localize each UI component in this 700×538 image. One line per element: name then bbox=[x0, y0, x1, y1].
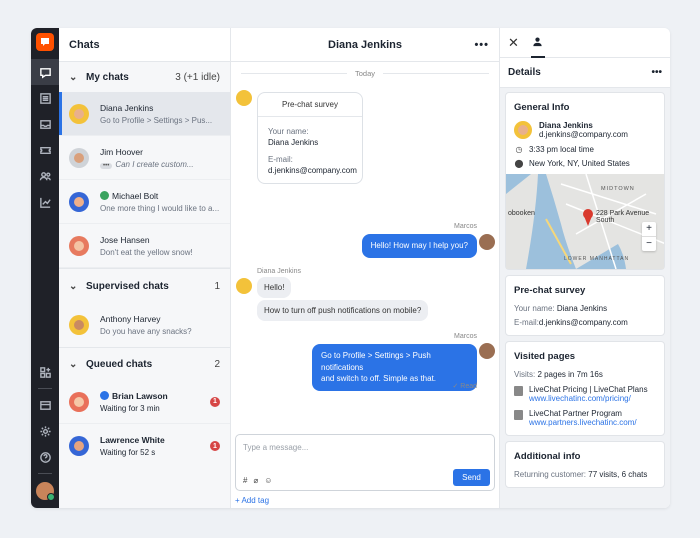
location-pin-icon: ⬤ bbox=[514, 159, 524, 168]
avatar bbox=[69, 436, 89, 456]
chevron-down-icon: ⌄ bbox=[69, 358, 78, 370]
additional-info-card: Additional info Returning customer: 77 v… bbox=[505, 441, 665, 488]
customers-nav-icon[interactable] bbox=[31, 163, 59, 189]
chat-list-panel: Chats ⌄ My chats 3 (+1 idle) Diana Jenki… bbox=[59, 28, 231, 508]
message-input[interactable]: Type a message... bbox=[243, 443, 308, 452]
nav-rail bbox=[31, 28, 59, 508]
prechat-survey-details-card: Pre-chat survey Your name: Diana Jenkins… bbox=[505, 275, 665, 336]
details-scroll: General Info Diana Jenkins d.jenkins@com… bbox=[500, 88, 670, 508]
customer-tab-icon[interactable] bbox=[530, 28, 545, 58]
general-info-card: General Info Diana Jenkins d.jenkins@com… bbox=[505, 92, 665, 270]
supervised-chats-group-header[interactable]: ⌄ Supervised chats 1 bbox=[59, 269, 230, 303]
billing-nav-icon[interactable] bbox=[31, 392, 59, 418]
more-options-button[interactable]: ••• bbox=[651, 67, 662, 78]
message-bubble-customer: How to turn off push notifications on mo… bbox=[257, 300, 429, 321]
document-icon bbox=[514, 410, 523, 420]
messenger-icon bbox=[100, 391, 109, 400]
close-icon[interactable]: ✕ bbox=[508, 35, 519, 51]
location-map[interactable]: 228 Park Avenue South obooken MIDTOWN LO… bbox=[506, 174, 664, 269]
details-panel: ✕ Details ••• General Info Diana Jenkins… bbox=[500, 28, 670, 508]
visited-page-item: LiveChat Pricing | LiveChat Plans www.li… bbox=[514, 385, 656, 403]
more-options-button[interactable]: ••• bbox=[474, 39, 489, 51]
message-bubble-agent: Hello! How may I help you? bbox=[361, 234, 477, 258]
visited-page-item: LiveChat Partner Program www.partners.li… bbox=[514, 409, 656, 427]
chat-item-lawrence-white[interactable]: Lawrence White Waiting for 52 s 1 bbox=[59, 424, 230, 468]
agent-avatar[interactable] bbox=[36, 482, 55, 501]
send-button[interactable]: Send bbox=[453, 469, 490, 486]
message-composer[interactable]: Type a message... # ⌀ ☺ Send bbox=[235, 434, 495, 491]
apps-nav-icon[interactable] bbox=[31, 359, 59, 385]
date-divider: Today bbox=[241, 69, 490, 78]
chevron-down-icon: ⌄ bbox=[69, 71, 78, 83]
help-nav-icon[interactable] bbox=[31, 444, 59, 470]
chats-nav-icon[interactable] bbox=[31, 59, 59, 85]
avatar bbox=[69, 191, 89, 212]
avatar bbox=[69, 391, 89, 412]
prechat-survey-card: Pre-chat survey Your name: Diana Jenkins… bbox=[257, 92, 363, 184]
tag-icon[interactable]: # bbox=[243, 476, 247, 485]
avatar bbox=[69, 147, 89, 168]
add-tag-link[interactable]: + Add tag bbox=[235, 496, 269, 505]
visited-pages-card: Visited pages Visits: 2 pages in 7m 16s … bbox=[505, 341, 665, 436]
conversation-panel: Diana Jenkins ••• Today Pre-chat survey … bbox=[231, 28, 500, 508]
avatar bbox=[69, 103, 89, 124]
avatar bbox=[479, 343, 495, 359]
tickets-nav-icon[interactable] bbox=[31, 137, 59, 163]
attachment-icon[interactable]: ⌀ bbox=[253, 476, 258, 485]
message-bubble-customer: Hello! bbox=[257, 277, 292, 298]
chat-list-title: Chats bbox=[59, 28, 230, 62]
visited-page-link[interactable]: www.livechatinc.com/pricing/ bbox=[529, 394, 648, 403]
chat-item-brian-lawson[interactable]: Brian Lawson Waiting for 3 min 1 bbox=[59, 380, 230, 424]
typing-indicator-icon: ••• bbox=[100, 162, 113, 169]
chat-item-jose-hansen[interactable]: Jose Hansen Don't eat the yellow snow! bbox=[59, 224, 230, 268]
my-chats-group-header[interactable]: ⌄ My chats 3 (+1 idle) bbox=[59, 62, 230, 92]
app-window: Chats ⌄ My chats 3 (+1 idle) Diana Jenki… bbox=[31, 28, 670, 508]
avatar bbox=[514, 121, 532, 139]
details-title: Details bbox=[508, 67, 541, 78]
emoji-icon[interactable]: ☺ bbox=[264, 476, 272, 485]
settings-nav-icon[interactable] bbox=[31, 418, 59, 444]
zoom-out-button[interactable]: − bbox=[642, 237, 656, 251]
clock-icon: ◷ bbox=[515, 145, 523, 154]
document-icon bbox=[514, 386, 523, 396]
reports-nav-icon[interactable] bbox=[31, 189, 59, 215]
conversation-title: Diana Jenkins bbox=[328, 38, 402, 51]
chat-item-diana-jenkins[interactable]: Diana Jenkins Go to Profile > Settings >… bbox=[59, 92, 230, 136]
inbox-nav-icon[interactable] bbox=[31, 111, 59, 137]
queued-chats-group-header[interactable]: ⌄ Queued chats 2 bbox=[59, 348, 230, 380]
thumbs-up-icon bbox=[100, 191, 109, 200]
livechat-logo-icon[interactable] bbox=[36, 33, 54, 51]
chat-item-anthony-harvey[interactable]: Anthony Harvey Do you have any snacks? bbox=[59, 303, 230, 347]
unread-badge: 1 bbox=[210, 396, 220, 407]
avatar bbox=[236, 278, 252, 294]
avatar bbox=[479, 234, 495, 250]
chat-item-michael-bolt[interactable]: Michael Bolt One more thing I would like… bbox=[59, 180, 230, 224]
archives-nav-icon[interactable] bbox=[31, 85, 59, 111]
message-feed: Today Pre-chat survey Your name: Diana J… bbox=[231, 62, 499, 508]
visited-page-link[interactable]: www.partners.livechatinc.com/ bbox=[529, 418, 637, 427]
rail-divider bbox=[38, 473, 52, 474]
unread-badge: 1 bbox=[210, 441, 220, 451]
avatar bbox=[69, 315, 89, 335]
chat-item-jim-hoover[interactable]: Jim Hoover ••• Can I create custom... bbox=[59, 136, 230, 180]
avatar bbox=[69, 235, 89, 256]
zoom-in-button[interactable]: + bbox=[642, 222, 656, 237]
rail-divider bbox=[38, 388, 52, 389]
chevron-down-icon: ⌄ bbox=[69, 280, 78, 292]
avatar bbox=[236, 90, 252, 106]
read-receipt: ✓ Read bbox=[452, 383, 477, 390]
